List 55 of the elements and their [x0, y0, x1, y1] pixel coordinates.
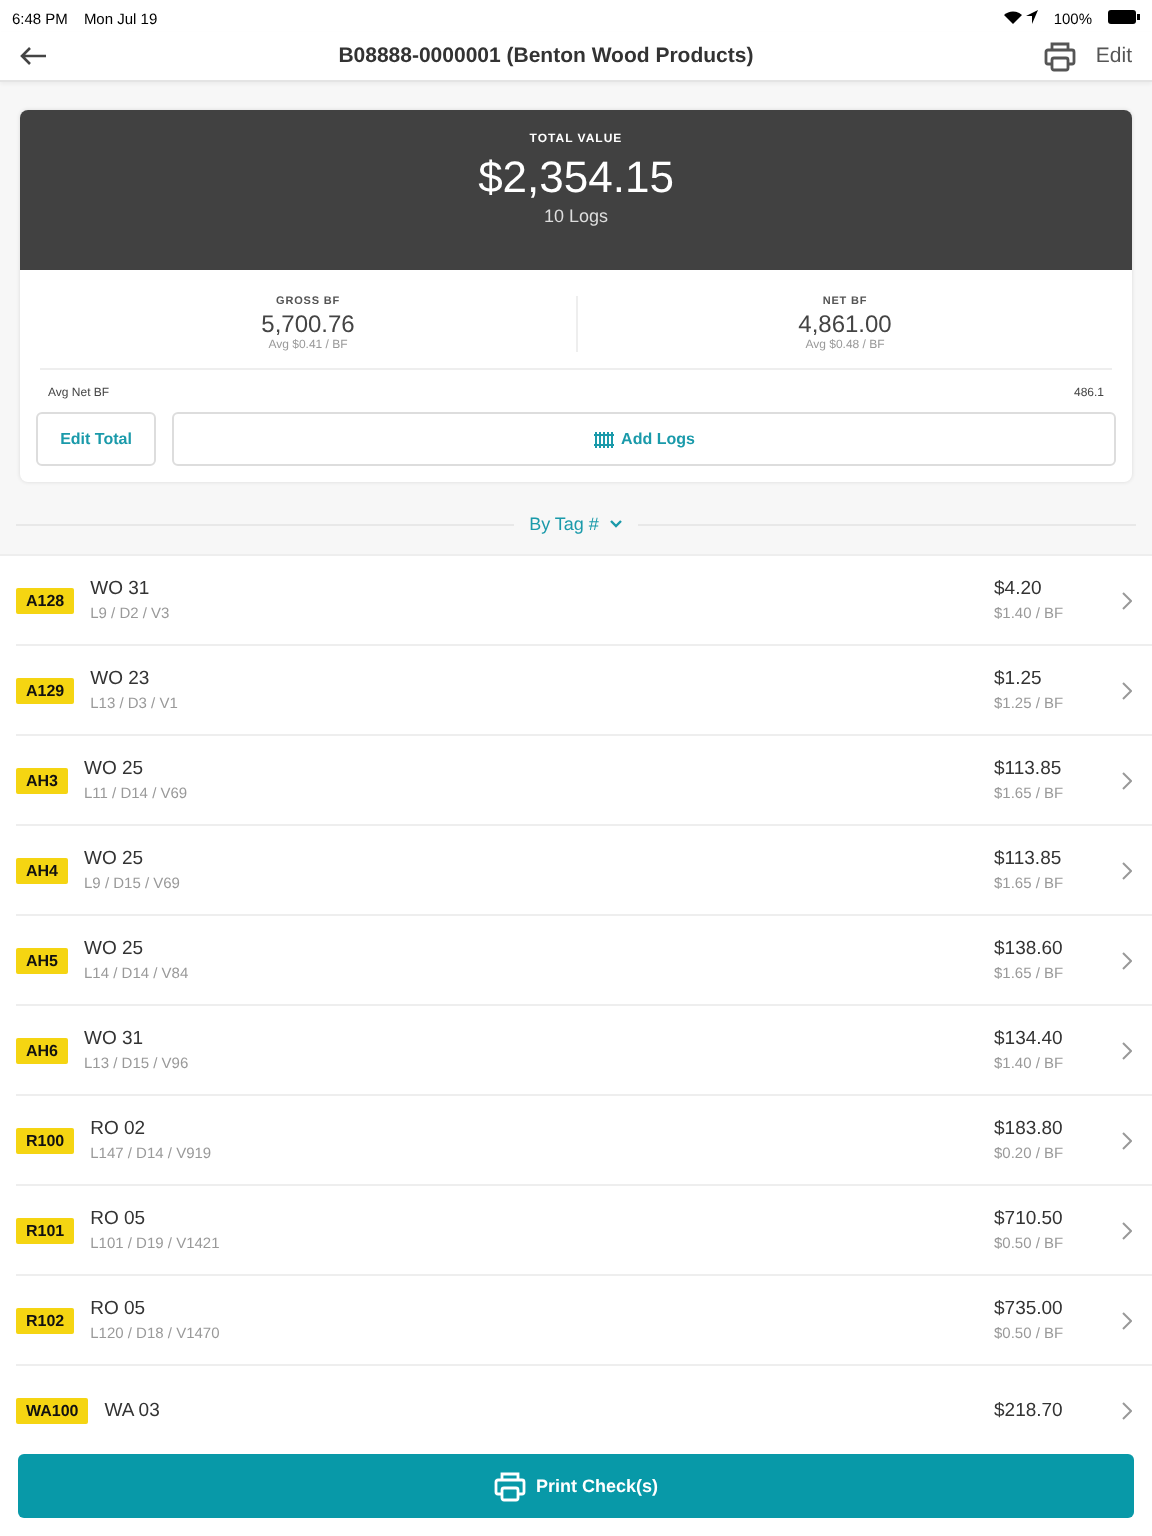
- species-grade: WO 25: [84, 938, 146, 960]
- stat-value: 5,700.76: [261, 310, 355, 338]
- log-price: $134.40: [994, 1028, 1065, 1050]
- log-count: 10 Logs: [541, 206, 611, 226]
- species-grade: WO 25: [84, 758, 146, 780]
- tag-label: AH3: [16, 767, 69, 793]
- log-price: $218.70: [994, 1399, 1065, 1421]
- stat-value: 4,861.00: [798, 310, 892, 338]
- species-grade: WO 25: [84, 848, 146, 870]
- chevron-right-icon: [1122, 1041, 1132, 1059]
- location-icon: [1025, 9, 1038, 23]
- tag-label: WA100: [16, 1397, 89, 1423]
- wifi-icon: [1003, 9, 1022, 23]
- tag-label: R100: [16, 1127, 75, 1153]
- chevron-right-icon: [1122, 861, 1132, 879]
- species-grade: WA 03: [104, 1399, 162, 1421]
- battery-icon: [1108, 9, 1140, 23]
- log-price: $4.20: [994, 578, 1044, 600]
- log-price: $138.60: [994, 938, 1065, 960]
- grid-icon: [593, 431, 614, 447]
- chevron-right-icon: [1122, 1131, 1132, 1149]
- tag-label: R102: [16, 1307, 75, 1333]
- log-price: $113.85: [994, 758, 1064, 780]
- chevron-right-icon: [1122, 1401, 1132, 1419]
- chevron-right-icon: [1122, 681, 1132, 699]
- printer-icon: [493, 1471, 526, 1501]
- species-grade: WO 31: [84, 1028, 146, 1050]
- species-grade: WO 31: [90, 578, 152, 600]
- tag-label: R101: [16, 1217, 75, 1243]
- chevron-right-icon: [1122, 1311, 1132, 1329]
- log-price: $113.85: [994, 848, 1064, 870]
- chevron-right-icon: [1122, 951, 1132, 969]
- species-grade: RO 02: [90, 1118, 148, 1140]
- tag-label: AH5: [16, 947, 69, 973]
- log-price: $735.00: [994, 1298, 1065, 1320]
- species-grade: WO 23: [90, 668, 152, 690]
- log-price: $710.50: [994, 1208, 1065, 1230]
- chevron-down-icon: [610, 520, 623, 528]
- tag-label: AH6: [16, 1037, 69, 1063]
- chevron-right-icon: [1122, 591, 1132, 609]
- printer-icon: [1043, 41, 1076, 71]
- print-button[interactable]: [1043, 41, 1076, 71]
- total-value: $2,354.15: [476, 152, 676, 204]
- chevron-right-icon: [1122, 1221, 1132, 1239]
- back-button[interactable]: [20, 46, 48, 66]
- edit-button[interactable]: Edit: [1095, 44, 1132, 68]
- species-grade: RO 05: [90, 1208, 148, 1230]
- page-title: B08888-0000001 (Benton Wood Products): [336, 44, 756, 68]
- log-price: $183.80: [994, 1118, 1065, 1140]
- species-grade: RO 05: [90, 1298, 148, 1320]
- chevron-right-icon: [1122, 771, 1132, 789]
- tag-label: A128: [16, 587, 75, 613]
- tag-label: AH4: [16, 857, 69, 883]
- log-price: $1.25: [994, 668, 1044, 690]
- tag-label: A129: [16, 677, 75, 703]
